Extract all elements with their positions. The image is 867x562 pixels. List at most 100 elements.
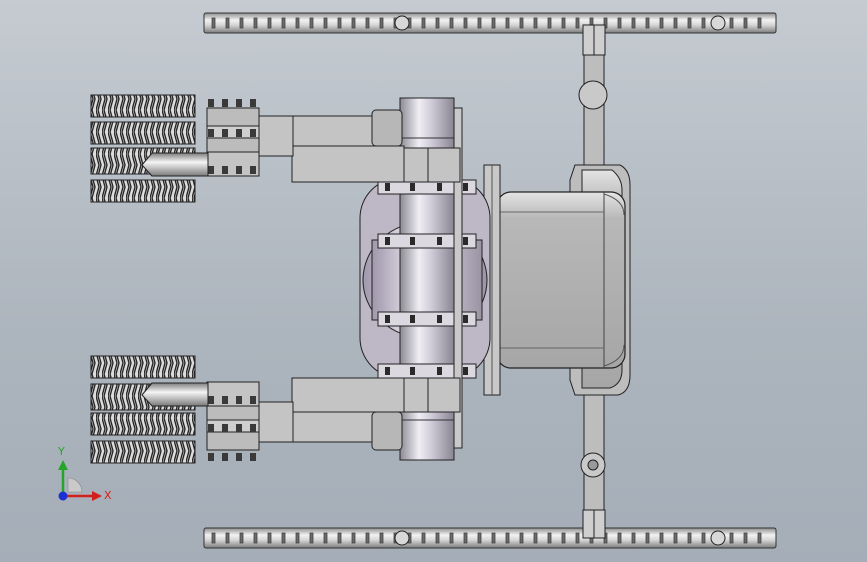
- drum-slot: [463, 183, 468, 191]
- rail-rivet: [743, 17, 748, 29]
- rail-rivet: [701, 17, 706, 29]
- rail-bolt-icon: [394, 530, 410, 546]
- drum-slot: [410, 315, 415, 323]
- chain-tooth: [236, 99, 242, 107]
- rail-rivet: [351, 17, 356, 29]
- drum-slot: [437, 237, 442, 245]
- drum-slot: [463, 315, 468, 323]
- chain-tooth: [208, 453, 214, 461]
- cad-graphics-viewport[interactable]: Y X: [0, 0, 867, 562]
- rail-rivet: [225, 532, 230, 544]
- rail-rivet: [309, 17, 314, 29]
- robot-chassis-model[interactable]: Y X: [0, 0, 867, 562]
- rail-rivet: [449, 532, 454, 544]
- chain-tooth: [236, 166, 242, 174]
- rail-rivet: [463, 17, 468, 29]
- rail-rivet: [645, 17, 650, 29]
- rail-rivet: [421, 532, 426, 544]
- rail-rivet: [323, 17, 328, 29]
- rail-bolt-icon: [710, 15, 726, 31]
- rail-rivet: [463, 532, 468, 544]
- drum-slot: [437, 367, 442, 375]
- lower-piston-rod[interactable]: [141, 382, 209, 407]
- chain-tooth: [208, 424, 214, 432]
- rail-rivet: [281, 17, 286, 29]
- top-rail[interactable]: [203, 12, 777, 34]
- rail-rivet: [519, 532, 524, 544]
- rail-rivet: [673, 532, 678, 544]
- chain-tooth: [208, 166, 214, 174]
- rail-rivet: [295, 17, 300, 29]
- rail-rivet: [575, 17, 580, 29]
- rail-bolt-icon: [394, 15, 410, 31]
- rail-rivet: [365, 532, 370, 544]
- rail-rivet: [631, 532, 636, 544]
- rail-rivet: [561, 532, 566, 544]
- upper-piston-rod[interactable]: [141, 152, 209, 177]
- rail-rivet: [435, 17, 440, 29]
- rail-rivet: [379, 532, 384, 544]
- drum-slot: [437, 183, 442, 191]
- chain-tooth: [250, 129, 256, 137]
- chain-tooth: [236, 453, 242, 461]
- bottom-rail[interactable]: [203, 527, 777, 549]
- rail-rivet: [547, 532, 552, 544]
- rail-rivet: [505, 17, 510, 29]
- rail-rivet: [239, 17, 244, 29]
- chain-tooth: [250, 99, 256, 107]
- upper-track-wheels[interactable]: [90, 94, 196, 203]
- rail-bolt-icon: [710, 530, 726, 546]
- rail-rivet: [281, 532, 286, 544]
- chain-tooth: [222, 166, 228, 174]
- drum-slot: [437, 315, 442, 323]
- rail-rivet: [659, 17, 664, 29]
- drum-slot: [463, 237, 468, 245]
- rail-rivet: [421, 17, 426, 29]
- rail-rivet: [519, 17, 524, 29]
- rail-rivet: [617, 532, 622, 544]
- chain-tooth: [222, 396, 228, 404]
- rail-rivet: [491, 17, 496, 29]
- rail-rivet: [533, 17, 538, 29]
- rail-rivet: [687, 532, 692, 544]
- rail-rivet: [757, 532, 762, 544]
- chain-tooth: [208, 396, 214, 404]
- lower-track-wheels[interactable]: [90, 355, 196, 464]
- chain-tooth: [236, 396, 242, 404]
- rail-rivet: [225, 17, 230, 29]
- chain-tooth: [222, 129, 228, 137]
- drum-slot: [385, 367, 390, 375]
- rail-rivet: [505, 532, 510, 544]
- drum-slot: [385, 237, 390, 245]
- rail-rivet: [659, 532, 664, 544]
- rail-rivet: [631, 17, 636, 29]
- x-axis-label: X: [104, 489, 112, 502]
- chain-tooth: [208, 129, 214, 137]
- rail-rivet: [617, 17, 622, 29]
- y-axis-label: Y: [57, 445, 65, 458]
- rail-rivet: [309, 532, 314, 544]
- chain-tooth: [236, 424, 242, 432]
- chain-tooth: [222, 424, 228, 432]
- rail-rivet: [575, 532, 580, 544]
- chain-tooth: [250, 453, 256, 461]
- rail-rivet: [295, 532, 300, 544]
- rail-rivet: [729, 17, 734, 29]
- rail-rivet: [211, 17, 216, 29]
- rail-rivet: [701, 532, 706, 544]
- rail-rivet: [547, 17, 552, 29]
- drum-slot: [385, 315, 390, 323]
- chain-tooth: [250, 424, 256, 432]
- rail-rivet: [449, 17, 454, 29]
- rail-rivet: [491, 532, 496, 544]
- rail-rivet: [239, 532, 244, 544]
- rail-rivet: [351, 532, 356, 544]
- rail-rivet: [267, 532, 272, 544]
- rail-rivet: [435, 532, 440, 544]
- rail-rivet: [477, 17, 482, 29]
- rail-rivet: [253, 17, 258, 29]
- rail-rivet: [211, 532, 216, 544]
- rail-rivet: [687, 17, 692, 29]
- gearbox-housing[interactable]: [483, 164, 631, 396]
- rail-rivet: [253, 532, 258, 544]
